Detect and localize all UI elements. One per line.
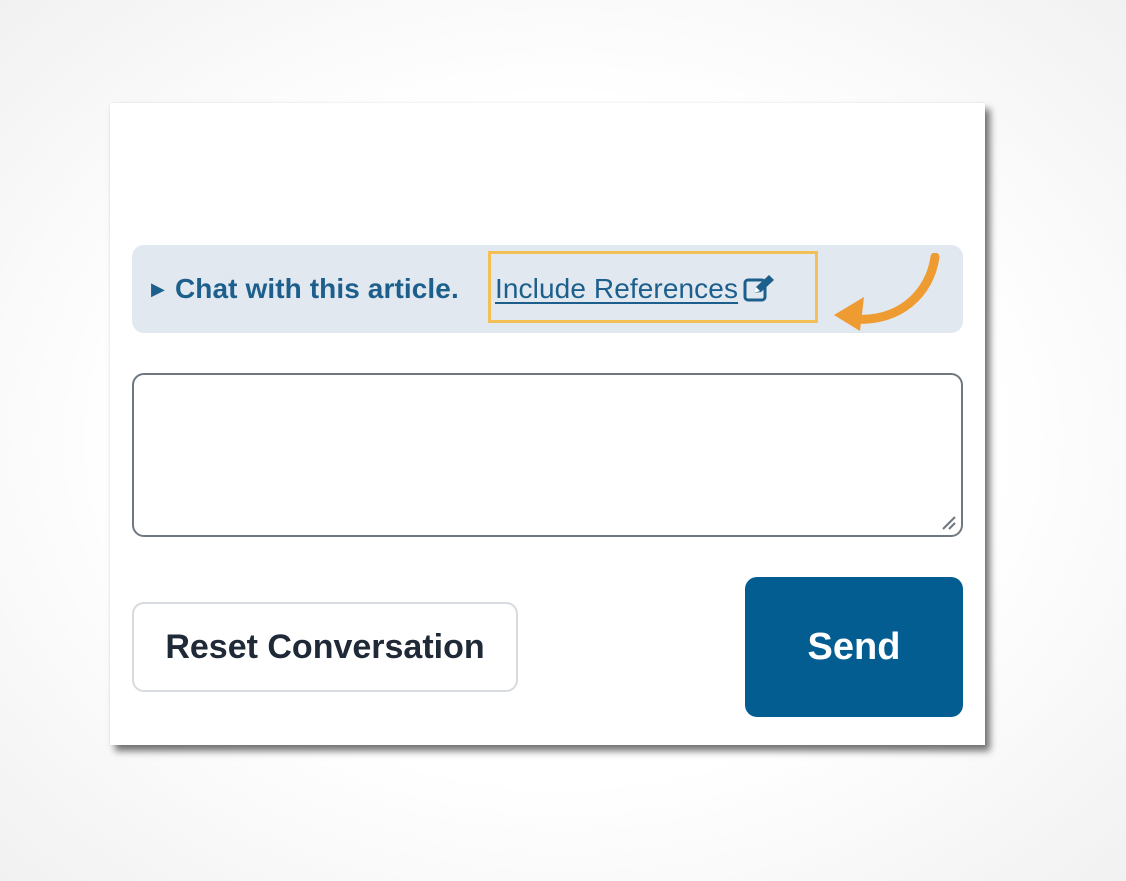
edit-icon[interactable] bbox=[742, 274, 776, 304]
chat-input[interactable] bbox=[132, 373, 963, 537]
resize-handle-icon[interactable] bbox=[939, 513, 957, 531]
chat-summary-label[interactable]: Chat with this article. bbox=[175, 273, 459, 305]
include-references-link[interactable]: Include References bbox=[495, 245, 776, 333]
chat-textarea[interactable] bbox=[134, 375, 961, 535]
page-background: ▶ Chat with this article. Include Refere… bbox=[0, 0, 1126, 881]
send-button[interactable]: Send bbox=[745, 577, 963, 717]
include-references-label[interactable]: Include References bbox=[495, 273, 738, 305]
chat-card: ▶ Chat with this article. Include Refere… bbox=[110, 103, 985, 745]
curved-arrow-icon bbox=[834, 253, 940, 331]
triangle-right-icon[interactable]: ▶ bbox=[151, 280, 165, 298]
reset-conversation-button[interactable]: Reset Conversation bbox=[132, 602, 518, 692]
